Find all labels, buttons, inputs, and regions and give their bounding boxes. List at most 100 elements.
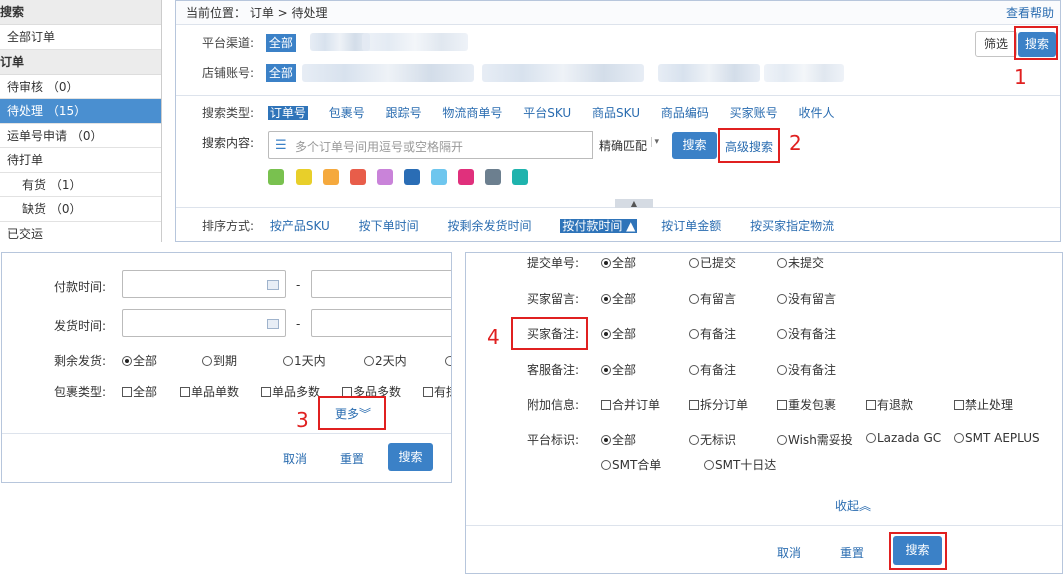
buyer-msg-option-all[interactable]: 全部 (601, 290, 636, 307)
color-tag-yellow[interactable] (296, 169, 312, 185)
color-tag-red[interactable] (350, 169, 366, 185)
submit-label: 提交单号: (527, 256, 580, 270)
search-type-carrier-no[interactable]: 物流商单号 (442, 106, 502, 120)
annotation-box-5 (889, 532, 947, 570)
annotation-number-2: 2 (789, 131, 802, 155)
cs-note-option-has[interactable]: 有备注 (689, 361, 736, 378)
buyer-note-option-all[interactable]: 全部 (601, 325, 636, 342)
buyer-msg-label: 买家留言: (527, 292, 580, 306)
ship-time-end-input[interactable] (311, 309, 451, 337)
buyer-msg-option-none[interactable]: 没有留言 (777, 290, 836, 307)
submit-option-all[interactable]: 全部 (601, 254, 636, 271)
collapse-link[interactable]: 收起︽ (835, 497, 871, 514)
search-button[interactable]: 搜索 (672, 132, 717, 159)
color-tag-purple[interactable] (377, 169, 393, 185)
collapse-toggle-icon[interactable]: ▲ (615, 199, 653, 208)
search-type-product-code[interactable]: 商品编码 (661, 106, 709, 120)
color-tag-teal[interactable] (512, 169, 528, 185)
search-type-platform-sku[interactable]: 平台SKU (523, 106, 571, 120)
remaining-option-1day[interactable]: 1天内 (283, 352, 326, 369)
package-option-picking[interactable]: 有拣货 (423, 383, 451, 400)
store-all-tag[interactable]: 全部 (265, 64, 296, 82)
search-content-label: 搜索内容: (202, 136, 255, 150)
search-type-tracking-no[interactable]: 跟踪号 (386, 106, 422, 120)
search-type-order-no[interactable]: 订单号 (267, 106, 308, 120)
cancel-button[interactable]: 取消 (777, 544, 801, 561)
radio-icon (689, 258, 699, 268)
search-type-package-no[interactable]: 包裹号 (329, 106, 365, 120)
platform-all-tag[interactable]: 全部 (265, 34, 296, 52)
radio-icon (689, 329, 699, 339)
platform-flag-smt-aeplus[interactable]: SMT AEPLUS (954, 431, 1040, 445)
buyer-note-option-none[interactable]: 没有备注 (777, 325, 836, 342)
sort-by-sku[interactable]: 按产品SKU (270, 219, 330, 233)
extra-option-resend[interactable]: 重发包裹 (777, 396, 836, 413)
color-tag-light-blue[interactable] (431, 169, 447, 185)
color-tag-green[interactable] (268, 169, 284, 185)
calendar-icon[interactable] (267, 280, 279, 290)
radio-icon (866, 433, 876, 443)
sort-by-remaining-time[interactable]: 按剩余发货时间 (448, 219, 532, 233)
remaining-option-3day[interactable]: 3天 (445, 352, 451, 369)
extra-option-merged[interactable]: 合并订单 (601, 396, 660, 413)
remaining-option-all[interactable]: 全部 (122, 352, 157, 369)
cs-note-label: 客服备注: (527, 363, 580, 377)
platform-flag-wish[interactable]: Wish需妥投 (777, 431, 853, 448)
color-tag-gray[interactable] (485, 169, 501, 185)
reset-button[interactable]: 重置 (340, 450, 364, 467)
sidebar-item-pending-review[interactable]: 待审核 （0） (0, 75, 161, 99)
search-type-product-sku[interactable]: 商品SKU (592, 106, 640, 120)
pay-time-start-input[interactable] (122, 270, 286, 298)
extra-option-blocked[interactable]: 禁止处理 (954, 396, 1013, 413)
sort-by-order-time[interactable]: 按下单时间 (359, 219, 419, 233)
search-type-recipient[interactable]: 收件人 (799, 106, 835, 120)
sidebar-item-in-stock[interactable]: 有货 （1） (0, 173, 161, 197)
cs-note-option-none[interactable]: 没有备注 (777, 361, 836, 378)
color-tag-pink[interactable] (458, 169, 474, 185)
extra-option-split[interactable]: 拆分订单 (689, 396, 748, 413)
platform-flag-smt-merged[interactable]: SMT合单 (601, 456, 661, 473)
match-select-value: 精确匹配 (599, 139, 648, 153)
filter-button[interactable]: 筛选 (975, 31, 1018, 57)
package-option-single-multi[interactable]: 单品多数 (261, 383, 320, 400)
pay-time-end-input[interactable] (311, 270, 451, 298)
sort-by-amount[interactable]: 按订单金额 (661, 219, 721, 233)
calendar-icon[interactable] (267, 319, 279, 329)
sidebar-item-all-orders[interactable]: 全部订单 (0, 25, 161, 50)
main-search-panel: 当前位置： 订单 > 待处理 查看帮助 平台渠道: 全部 店铺账号: 全部 筛选… (175, 0, 1061, 242)
sidebar-item-waybill[interactable]: 运单号申请 （0） (0, 124, 161, 148)
radio-icon (777, 294, 787, 304)
search-button[interactable]: 搜索 (388, 443, 433, 471)
sort-by-pay-time[interactable]: 按付款时间 ▲ (560, 219, 638, 233)
cs-note-option-all[interactable]: 全部 (601, 361, 636, 378)
buyer-note-option-has[interactable]: 有备注 (689, 325, 736, 342)
sidebar-item-to-print[interactable]: 待打单 (0, 148, 161, 173)
cancel-button[interactable]: 取消 (283, 450, 307, 467)
help-link[interactable]: 查看帮助 (1006, 1, 1054, 25)
color-tag-blue[interactable] (404, 169, 420, 185)
sidebar-item-out-of-stock[interactable]: 缺货 （0） (0, 197, 161, 222)
search-type-buyer-account[interactable]: 买家账号 (730, 106, 778, 120)
reset-button[interactable]: 重置 (840, 544, 864, 561)
sort-by-buyer-logistics[interactable]: 按买家指定物流 (750, 219, 834, 233)
platform-flag-all[interactable]: 全部 (601, 431, 636, 448)
submit-option-unsubmitted[interactable]: 未提交 (777, 254, 824, 271)
sidebar-item-pending[interactable]: 待处理 （15） (0, 99, 161, 124)
platform-flag-lazada[interactable]: Lazada GC (866, 431, 941, 445)
chevron-down-icon: ▾ (651, 137, 659, 147)
platform-flag-smt-10day[interactable]: SMT十日达 (704, 456, 776, 473)
package-option-single-single[interactable]: 单品单数 (180, 383, 239, 400)
match-select[interactable]: 精确匹配 ▾ (592, 131, 662, 159)
package-option-all[interactable]: 全部 (122, 383, 157, 400)
platform-flag-none[interactable]: 无标识 (689, 431, 736, 448)
submit-option-submitted[interactable]: 已提交 (689, 254, 736, 271)
color-tag-orange[interactable] (323, 169, 339, 185)
remaining-option-2day[interactable]: 2天内 (364, 352, 407, 369)
buyer-msg-option-has[interactable]: 有留言 (689, 290, 736, 307)
ship-time-start-input[interactable] (122, 309, 286, 337)
extra-option-refund[interactable]: 有退款 (866, 396, 913, 413)
search-content-input[interactable]: ☰ 多个订单号间用逗号或空格隔开 精确匹配 ▾ (268, 131, 662, 159)
radio-checked-icon (601, 329, 611, 339)
sidebar-item-shipped[interactable]: 已交运 (0, 222, 161, 243)
remaining-option-due[interactable]: 到期 (202, 352, 237, 369)
